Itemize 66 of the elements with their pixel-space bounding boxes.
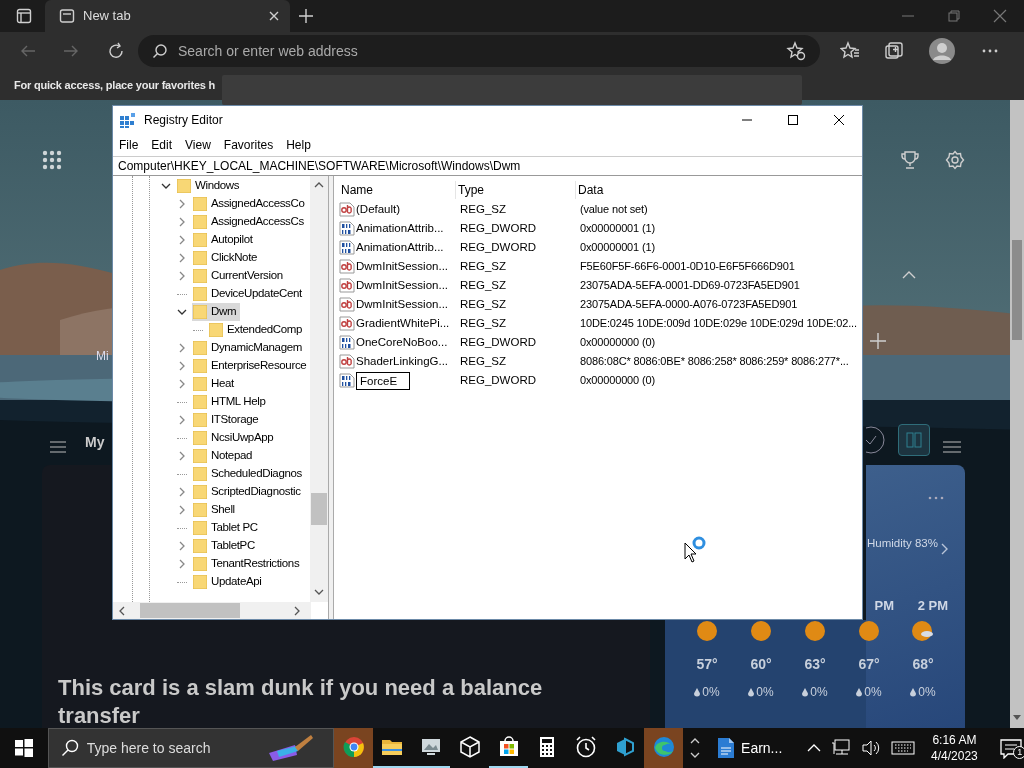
precipitation: 0% — [810, 684, 828, 701]
notification-count: 1 — [1013, 746, 1024, 759]
menu-item[interactable]: View — [185, 136, 211, 154]
value-data: 23075ADA-5EFA-0001-DD69-0723FA5ED901 — [579, 278, 800, 294]
temperature: 67° — [858, 655, 880, 674]
value-type: REG_SZ — [459, 201, 507, 217]
value-data: 0x00000000 (0) — [579, 335, 655, 351]
precipitation: 0% — [918, 684, 936, 701]
menu-item[interactable]: Edit — [151, 136, 173, 154]
tree-item[interactable]: DeviceUpdateCent — [192, 285, 306, 303]
value-type: REG_SZ — [459, 296, 507, 312]
value-type: REG_SZ — [459, 315, 507, 331]
value-data: 0x00000001 (1) — [579, 240, 655, 256]
value-name[interactable]: (Default) — [356, 200, 401, 219]
column-header[interactable]: Data — [576, 181, 604, 199]
value-data: (value not set) — [579, 202, 648, 218]
favorites-hint: For quick access, place your favorites h — [14, 77, 216, 93]
column-header[interactable]: Type — [456, 181, 576, 199]
clock[interactable]: 6:16 AM 4/4/2023 — [922, 732, 987, 764]
value-type: REG_SZ — [459, 258, 507, 274]
precipitation: 0% — [864, 684, 882, 701]
section-label: Mi — [96, 348, 109, 365]
menu-item[interactable]: File — [119, 136, 139, 154]
value-name[interactable]: ShaderLinkingG... — [356, 352, 449, 371]
value-name[interactable]: DwmInitSession... — [356, 276, 449, 295]
precipitation: 0% — [756, 684, 774, 701]
tree-item[interactable]: EnterpriseResource — [192, 357, 310, 375]
value-type: REG_SZ — [459, 353, 507, 369]
value-type: REG_SZ — [459, 277, 507, 293]
menu-item[interactable]: Favorites — [223, 136, 274, 154]
precipitation: 0% — [702, 684, 720, 701]
search-box[interactable]: Type here to search — [47, 728, 335, 768]
tree-item[interactable]: Heat — [192, 375, 238, 393]
value-type: REG_DWORD — [459, 239, 538, 255]
news-headline[interactable]: This card is a slam dunk if you need a balance transfer — [58, 674, 598, 728]
value-type: REG_DWORD — [459, 372, 538, 388]
value-data: F5E60F5F-66F6-0001-0D10-E6F5F666D901 — [579, 259, 795, 275]
value-type: REG_DWORD — [459, 334, 538, 350]
browser-tab[interactable]: New tab — [45, 0, 290, 32]
temperature: 60° — [750, 655, 772, 674]
value-name[interactable]: GradientWhitePi... — [356, 314, 450, 333]
menu-item[interactable]: Help — [286, 136, 311, 154]
value-name[interactable]: DwmInitSession... — [356, 295, 449, 314]
value-name[interactable]: AnimationAttrib... — [356, 219, 444, 238]
temperature: 68° — [912, 655, 934, 674]
humidity-reading: Humidity 83% — [867, 536, 938, 551]
value-data: 10DE:0245 10DE:009d 10DE:029e 10DE:029d 10DE:02... — [579, 316, 857, 332]
address-field[interactable]: Search or enter web address — [138, 35, 820, 67]
hour-label: PM — [874, 598, 894, 613]
value-data: 0x00000001 (1) — [579, 221, 655, 237]
temperature: 57° — [696, 655, 718, 674]
feed-title: My — [85, 433, 105, 452]
window-title: Registry Editor — [144, 112, 224, 129]
value-name[interactable]: AnimationAttrib... — [356, 238, 444, 257]
temperature: 63° — [804, 655, 826, 674]
value-type: REG_DWORD — [459, 220, 538, 236]
document-button[interactable]: Earn... — [705, 728, 797, 768]
value-name[interactable]: OneCoreNoBoo... — [356, 333, 448, 352]
value-data: 23075ADA-5EFA-0000-A076-0723FA5ED901 — [579, 297, 798, 313]
value-data: 0x00000000 (0) — [579, 373, 655, 389]
hour-label: 2 PM — [917, 598, 948, 613]
column-header[interactable]: Name — [339, 181, 456, 199]
key-path[interactable]: Computer\HKEY_LOCAL_MACHINE\SOFTWARE\Microsoft\Windows\Dwm — [118, 157, 521, 175]
value-name[interactable]: DwmInitSession... — [356, 257, 449, 276]
tree-item[interactable]: Dwm — [192, 303, 241, 321]
value-data: 8086:08C* 8086:0BE* 8086:258* 8086:259* 8086:277*... — [579, 354, 849, 370]
